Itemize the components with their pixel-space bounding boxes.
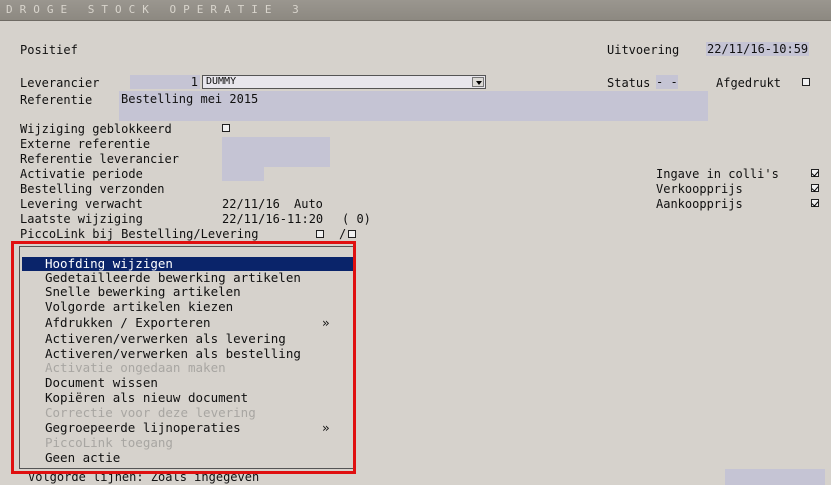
supplier-number-field[interactable]: 1: [130, 75, 200, 89]
piccolink-label: PiccoLink bij Bestelling/Levering: [20, 227, 259, 241]
activation-period-label: Activatie periode: [20, 167, 143, 181]
reference-value: Bestelling mei 2015: [121, 92, 259, 106]
action-menu: Hoofding wijzigen Gedetailleerde bewerki…: [19, 246, 356, 469]
colli-checkbox[interactable]: [811, 169, 819, 177]
menu-item-label: Correctie voor deze levering: [45, 405, 256, 420]
delivery-expected-mode: Auto: [294, 197, 323, 211]
menu-item-label: Snelle bewerking artikelen: [45, 284, 241, 299]
sale-price-label: Verkoopprijs: [656, 182, 743, 196]
piccolink-separator: /: [339, 227, 347, 241]
menu-item-document-wissen[interactable]: Document wissen: [22, 376, 353, 390]
supplier-select[interactable]: DUMMY: [202, 75, 486, 89]
sale-price-checkbox[interactable]: [811, 184, 819, 192]
supplier-ref-label: Referentie leverancier: [20, 152, 179, 166]
printed-checkbox[interactable]: [802, 78, 810, 86]
menu-item-label: Activeren/verwerken als bestelling: [45, 346, 301, 361]
change-blocked-checkbox[interactable]: [222, 124, 230, 132]
menu-item-activeren-bestelling[interactable]: Activeren/verwerken als bestelling: [22, 347, 353, 361]
menu-item-label: Afdrukken / Exporteren: [45, 315, 211, 330]
menu-item-label: Document wissen: [45, 375, 158, 390]
external-ref-field[interactable]: [222, 137, 330, 167]
activation-period-field[interactable]: [222, 167, 264, 181]
mode-label: Positief: [20, 43, 78, 57]
colli-label: Ingave in colli's: [656, 167, 779, 181]
execution-value: 22/11/16-10:59: [706, 42, 810, 56]
change-blocked-label: Wijziging geblokkeerd: [20, 122, 172, 136]
supplier-label: Leverancier: [20, 76, 100, 90]
menu-item-afdrukken-exporteren[interactable]: Afdrukken / Exporteren »: [22, 316, 353, 330]
menu-item-label: Activeren/verwerken als levering: [45, 331, 286, 346]
menu-item-piccolink-toegang: PiccoLink toegang: [22, 436, 353, 450]
menu-item-snelle-bewerking[interactable]: Snelle bewerking artikelen: [22, 285, 353, 299]
last-change-value: 22/11/16-11:20: [222, 212, 324, 226]
last-change-label: Laatste wijziging: [20, 212, 143, 226]
title-bar: DROGE STOCK OPERATIE 3: [0, 0, 831, 21]
menu-item-geen-actie[interactable]: Geen actie: [22, 451, 353, 465]
piccolink-delivery-checkbox[interactable]: [348, 230, 356, 238]
status-label: Status: [607, 76, 651, 90]
supplier-name: DUMMY: [206, 76, 237, 87]
purchase-price-label: Aankoopprijs: [656, 197, 743, 211]
supplier-number: 1: [190, 75, 198, 89]
purchase-price-checkbox[interactable]: [811, 199, 819, 207]
line-order-label: Volgorde lijnen: Zoals ingegeven: [28, 470, 260, 484]
menu-item-activatie-ongedaan: Activatie ongedaan maken: [22, 361, 353, 375]
menu-item-hoofding-wijzigen[interactable]: Hoofding wijzigen: [22, 257, 353, 271]
external-ref-label: Externe referentie: [20, 137, 151, 151]
chevron-down-icon[interactable]: [472, 77, 484, 87]
menu-item-gegroepeerde-lijnoperaties[interactable]: Gegroepeerde lijnoperaties »: [22, 421, 353, 435]
submenu-arrow-icon: »: [322, 420, 330, 435]
menu-item-label: PiccoLink toegang: [45, 435, 173, 450]
menu-item-label: Geen actie: [45, 450, 121, 465]
delivery-expected-label: Levering verwacht: [20, 197, 143, 211]
menu-item-label: Hoofding wijzigen: [45, 256, 173, 271]
piccolink-order-checkbox[interactable]: [316, 230, 324, 238]
menu-item-correctie-levering: Correctie voor deze levering: [22, 406, 353, 420]
reference-label: Referentie: [20, 93, 93, 107]
menu-item-label: Volgorde artikelen kiezen: [45, 299, 234, 314]
delivery-expected-value[interactable]: 22/11/16: [222, 197, 280, 211]
execution-label: Uitvoering: [607, 43, 680, 57]
menu-item-label: Gedetailleerde bewerking artikelen: [45, 270, 301, 285]
last-change-count: ( 0): [342, 212, 371, 226]
menu-item-label: Kopiëren als nieuw document: [45, 390, 249, 405]
menu-item-kopieren-document[interactable]: Kopiëren als nieuw document: [22, 391, 353, 405]
order-sent-label: Bestelling verzonden: [20, 182, 165, 196]
menu-item-label: Activatie ongedaan maken: [45, 360, 226, 375]
window-title: DROGE STOCK OPERATIE 3: [6, 3, 306, 16]
printed-label: Afgedrukt: [716, 76, 782, 90]
menu-item-gedetailleerde-bewerking[interactable]: Gedetailleerde bewerking artikelen: [22, 271, 353, 285]
menu-item-volgorde-artikelen[interactable]: Volgorde artikelen kiezen: [22, 300, 353, 314]
reference-field[interactable]: Bestelling mei 2015: [119, 91, 708, 121]
menu-item-activeren-levering[interactable]: Activeren/verwerken als levering: [22, 332, 353, 346]
status-value[interactable]: - -: [656, 75, 678, 89]
footer-field: [725, 469, 825, 485]
menu-item-label: Gegroepeerde lijnoperaties: [45, 420, 241, 435]
submenu-arrow-icon: »: [322, 315, 330, 330]
